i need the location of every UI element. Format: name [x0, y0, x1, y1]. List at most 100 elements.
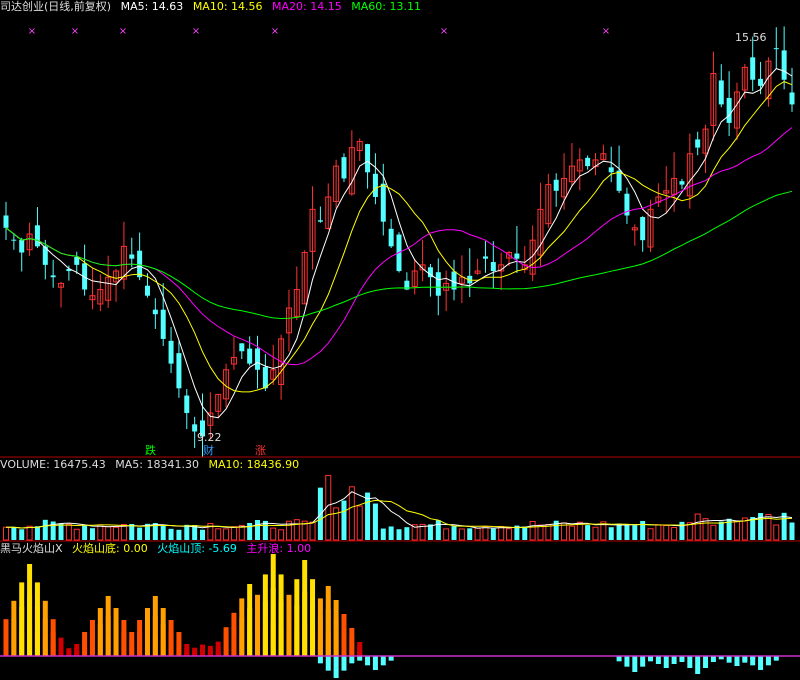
- volume-bar: [640, 520, 646, 540]
- signal-marker-icon: ×: [28, 26, 36, 37]
- volume-header: VOLUME: 16475.43 MA5: 18341.30 MA10: 184…: [0, 458, 305, 472]
- volume-bar: [137, 527, 143, 540]
- volume-readout: VOLUME: 16475.43: [0, 458, 106, 471]
- flame-bar: [42, 600, 48, 656]
- volume-bar: [341, 500, 347, 540]
- volume-bar: [435, 520, 441, 540]
- volume-bar: [160, 524, 166, 540]
- negative-bar: [765, 656, 771, 666]
- candle-down: [341, 157, 347, 179]
- flame-bar: [97, 608, 103, 656]
- candle-down: [317, 220, 323, 222]
- candle-down: [168, 340, 174, 364]
- candle-down: [255, 348, 261, 370]
- negative-bar: [349, 656, 355, 664]
- flame-bar: [105, 596, 111, 656]
- volume-bar: [105, 526, 112, 541]
- flame-bar: [231, 612, 237, 656]
- flame-bar: [200, 644, 205, 656]
- negative-bar: [695, 656, 701, 674]
- negative-bar: [624, 656, 630, 667]
- flame-bar: [3, 619, 9, 656]
- volume-bar: [215, 528, 222, 541]
- high-price-label: 15.56: [735, 31, 767, 44]
- volume-bar: [129, 523, 135, 540]
- candle-down: [365, 144, 371, 173]
- flame-bar: [89, 620, 95, 656]
- volume-bar: [585, 525, 591, 540]
- volume-bar: [97, 524, 104, 541]
- volume-bar: [11, 527, 17, 540]
- flame-bar: [168, 620, 174, 656]
- volume-ma10-line: [6, 499, 793, 529]
- candle-down: [3, 215, 9, 228]
- flame-bar: [333, 600, 339, 656]
- candle-down: [514, 253, 520, 259]
- volume-bar: [608, 527, 614, 540]
- volume-bar: [184, 524, 190, 540]
- volume-bar: [686, 522, 693, 541]
- flame-bar: [207, 645, 213, 656]
- flame-bar: [310, 579, 316, 656]
- negative-bar: [380, 656, 386, 666]
- candle-down: [640, 216, 646, 241]
- signal-marker-icon: ×: [271, 26, 279, 37]
- negative-bar: [663, 656, 669, 668]
- candle-down: [726, 97, 732, 123]
- flame-bar: [58, 637, 64, 656]
- indicator-top: 火焰山顶: -5.69: [157, 542, 237, 555]
- volume-bar: [372, 503, 378, 540]
- candle-down: [553, 179, 559, 191]
- volume-bar: [255, 519, 261, 540]
- volume-bar: [443, 528, 450, 541]
- candle-down: [144, 285, 150, 296]
- volume-bar: [309, 521, 316, 541]
- volume-bar: [270, 527, 277, 541]
- flame-bar: [34, 582, 40, 656]
- candle-down: [781, 50, 787, 80]
- negative-bar: [758, 656, 764, 670]
- volume-bar: [427, 524, 433, 540]
- volume-bar: [396, 529, 402, 540]
- volume-bar: [710, 524, 717, 541]
- indicator-bottom: 火焰山底: 0.00: [72, 542, 148, 555]
- candle-down: [129, 254, 135, 259]
- candle-down: [239, 343, 245, 352]
- volume-bar: [474, 527, 481, 541]
- volume-bar: [616, 523, 622, 540]
- kline-chart[interactable]: × × × × × × ×: [0, 0, 800, 680]
- candle-down: [380, 183, 386, 222]
- volume-ma5-line: [6, 491, 793, 529]
- signal-marker-icon: ×: [192, 26, 200, 37]
- volume-bar: [458, 528, 465, 541]
- candle-down: [247, 348, 253, 364]
- volume-bar: [278, 529, 285, 541]
- candle-down: [490, 262, 496, 272]
- negative-bar: [325, 656, 331, 671]
- volume-bar: [168, 528, 174, 540]
- volume-bar: [293, 519, 300, 541]
- candle-down: [176, 353, 182, 389]
- flame-bar: [50, 619, 56, 656]
- candle-down: [758, 78, 764, 86]
- volume-bar: [624, 525, 630, 540]
- negative-bar: [734, 656, 740, 666]
- candle-down: [679, 181, 685, 185]
- candle-down: [152, 309, 158, 315]
- volume-bar: [223, 528, 230, 541]
- signal-marker-icon: ×: [440, 26, 448, 37]
- volume-bar: [718, 521, 724, 540]
- flame-bar: [176, 632, 182, 656]
- volume-bar: [733, 520, 740, 541]
- candle-down: [585, 157, 591, 167]
- volume-bar: [647, 528, 654, 541]
- flame-bar: [121, 620, 127, 656]
- negative-bar: [726, 656, 732, 663]
- volume-bar: [773, 524, 780, 541]
- flame-bar: [137, 620, 143, 656]
- candle-down: [718, 80, 724, 105]
- signal-marker-icon: ×: [119, 26, 127, 37]
- negative-bar: [640, 656, 646, 667]
- marker-zhang: 涨: [255, 444, 266, 457]
- volume-ma10-readout: MA10: 18436.90: [208, 458, 300, 471]
